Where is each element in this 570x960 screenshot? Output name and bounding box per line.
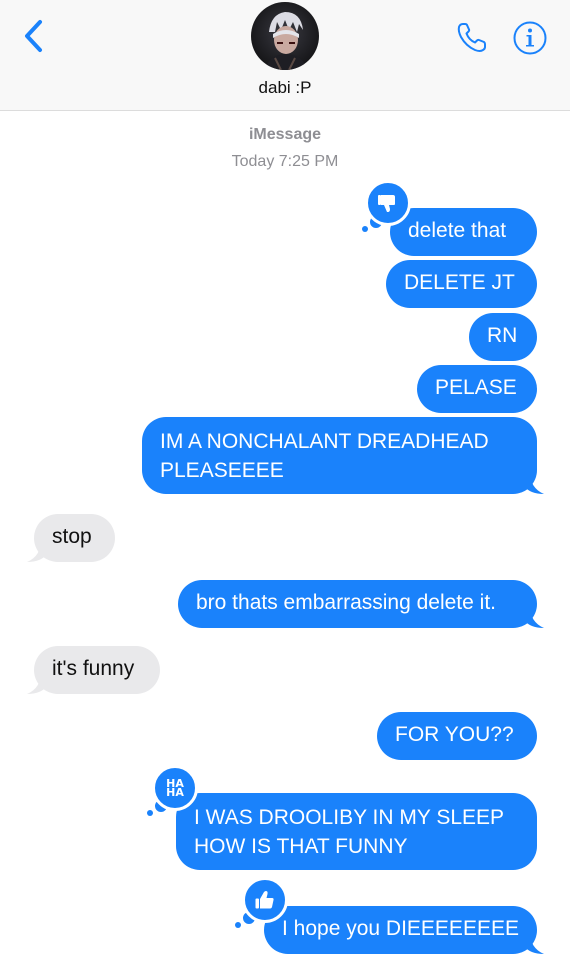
- message-text: bro thats embarrassing delete it.: [196, 591, 496, 614]
- outgoing-message-bubble[interactable]: IM A NONCHALANT DREADHEAD PLEASEEEE: [142, 417, 544, 494]
- haha-icon: HA HA: [166, 778, 184, 799]
- bubble-tail: [524, 606, 544, 628]
- info-icon: [513, 21, 547, 55]
- outgoing-message-bubble[interactable]: bro thats embarrassing delete it.: [178, 580, 544, 628]
- bubble-tail: [27, 540, 47, 562]
- bubble-tail: [524, 932, 544, 954]
- conversation-timestamp: Today 7:25 PM: [231, 153, 339, 170]
- outgoing-message-bubble[interactable]: I hope you DIEEEEEEEE: [264, 906, 544, 954]
- contact-name[interactable]: dabi :P: [0, 78, 570, 98]
- tapback-dot: [235, 922, 241, 928]
- chevron-left-icon: [25, 20, 42, 52]
- tapback-haha[interactable]: HA HA: [152, 765, 198, 811]
- outgoing-message-bubble[interactable]: I WAS DROOLIBY IN MY SLEEP HOW IS THAT F…: [176, 793, 537, 870]
- tapback-thumbs-up[interactable]: [242, 877, 288, 923]
- outgoing-message-bubble[interactable]: FOR YOU??: [377, 712, 537, 760]
- message-text: DELETE JT: [404, 271, 515, 294]
- message-text: IM A NONCHALANT DREADHEAD PLEASEEEE: [160, 430, 489, 482]
- tapback-thumbs-down[interactable]: [365, 180, 411, 226]
- conversation-header: dabi :P: [0, 0, 570, 111]
- tapback-dot: [147, 810, 153, 816]
- thumbs-up-icon: [255, 891, 274, 909]
- message-text: delete that: [408, 219, 507, 242]
- contact-avatar[interactable]: [251, 2, 319, 70]
- message-text: stop: [52, 525, 92, 548]
- haha-line: HA: [166, 786, 184, 799]
- outgoing-message-bubble[interactable]: delete that: [390, 208, 537, 256]
- bubble-tail: [27, 672, 47, 694]
- bubble-tail: [524, 472, 544, 494]
- message-text: RN: [487, 324, 518, 347]
- message-text: FOR YOU??: [395, 723, 514, 746]
- outgoing-message-bubble[interactable]: RN: [469, 313, 537, 361]
- incoming-message-bubble[interactable]: stop: [27, 514, 115, 562]
- message-text: PELASE: [435, 376, 517, 399]
- incoming-message-bubble[interactable]: it's funny: [27, 646, 160, 694]
- thumbs-down-icon: [378, 195, 395, 212]
- info-button[interactable]: [510, 18, 550, 58]
- back-button[interactable]: [12, 14, 56, 58]
- message-text: I hope you DIEEEEEEEE: [282, 917, 519, 940]
- service-label: iMessage: [248, 126, 322, 143]
- message-text: I WAS DROOLIBY IN MY SLEEP HOW IS THAT F…: [194, 806, 504, 858]
- messages-screen: dabi :P iMessage Today 7:25 PM delete th…: [0, 0, 570, 960]
- outgoing-message-bubble[interactable]: DELETE JT: [386, 260, 537, 308]
- call-button[interactable]: [452, 18, 492, 58]
- phone-icon: [457, 23, 486, 52]
- outgoing-message-bubble[interactable]: PELASE: [417, 365, 537, 413]
- message-text: it's funny: [52, 657, 135, 680]
- tapback-dot: [362, 226, 368, 232]
- avatar-image: [251, 2, 319, 70]
